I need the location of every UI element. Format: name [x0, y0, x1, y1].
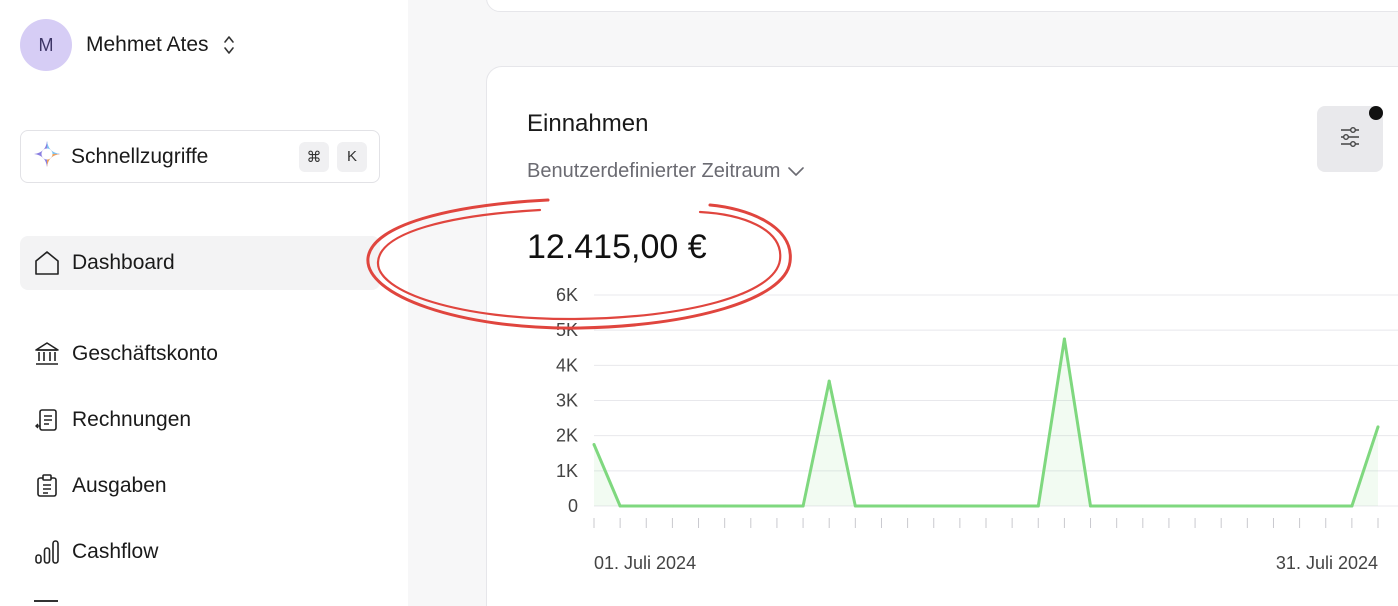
shortcut-cmd-key: ⌘ — [299, 141, 329, 172]
sidebar-item-label: Rechnungen — [72, 408, 192, 431]
sidebar-item-dashboard[interactable]: Dashboard — [20, 236, 380, 290]
home-icon — [32, 248, 62, 278]
avatar: M — [20, 19, 72, 71]
partial-icon — [34, 600, 58, 606]
sliders-icon — [1338, 125, 1362, 154]
period-label: Benutzerdefinierter Zeitraum — [527, 160, 781, 182]
revenue-amount: 12.415,00 € — [527, 228, 707, 266]
card-title: Einnahmen — [527, 110, 649, 137]
bar-chart-icon — [32, 537, 62, 567]
bank-icon — [32, 339, 62, 369]
top-card — [486, 0, 1398, 12]
sidebar-item-ausgaben[interactable]: Ausgaben — [20, 459, 380, 513]
chevron-down-icon — [788, 166, 805, 176]
chevron-up-down-icon — [223, 34, 235, 56]
sidebar-item-geschaeftskonto[interactable]: Geschäftskonto — [20, 327, 380, 381]
sidebar-item-label: Cashflow — [72, 540, 159, 563]
sidebar-item-label: Geschäftskonto — [72, 342, 218, 365]
sidebar-item-rechnungen[interactable]: Rechnungen — [20, 393, 380, 447]
sparkle-icon — [33, 140, 61, 173]
quick-access-label: Schnellzugriffe — [71, 144, 209, 168]
invoice-icon — [32, 405, 62, 435]
sidebar-item-label: Ausgaben — [72, 474, 167, 497]
user-switcher[interactable]: M Mehmet Ates — [20, 19, 235, 71]
period-dropdown[interactable]: Benutzerdefinierter Zeitraum — [527, 160, 805, 183]
revenue-card — [486, 66, 1398, 606]
user-name: Mehmet Ates — [86, 33, 209, 56]
sidebar-item-cashflow[interactable]: Cashflow — [20, 525, 380, 579]
sidebar: M Mehmet Ates Schnellzugriffe ⌘ K Dashbo… — [0, 0, 408, 606]
shortcut-k-key: K — [337, 141, 367, 172]
receipt-icon — [32, 471, 62, 501]
sidebar-item-label: Dashboard — [72, 251, 175, 274]
quick-access-button[interactable]: Schnellzugriffe ⌘ K — [20, 130, 380, 183]
filter-active-dot — [1369, 106, 1383, 120]
